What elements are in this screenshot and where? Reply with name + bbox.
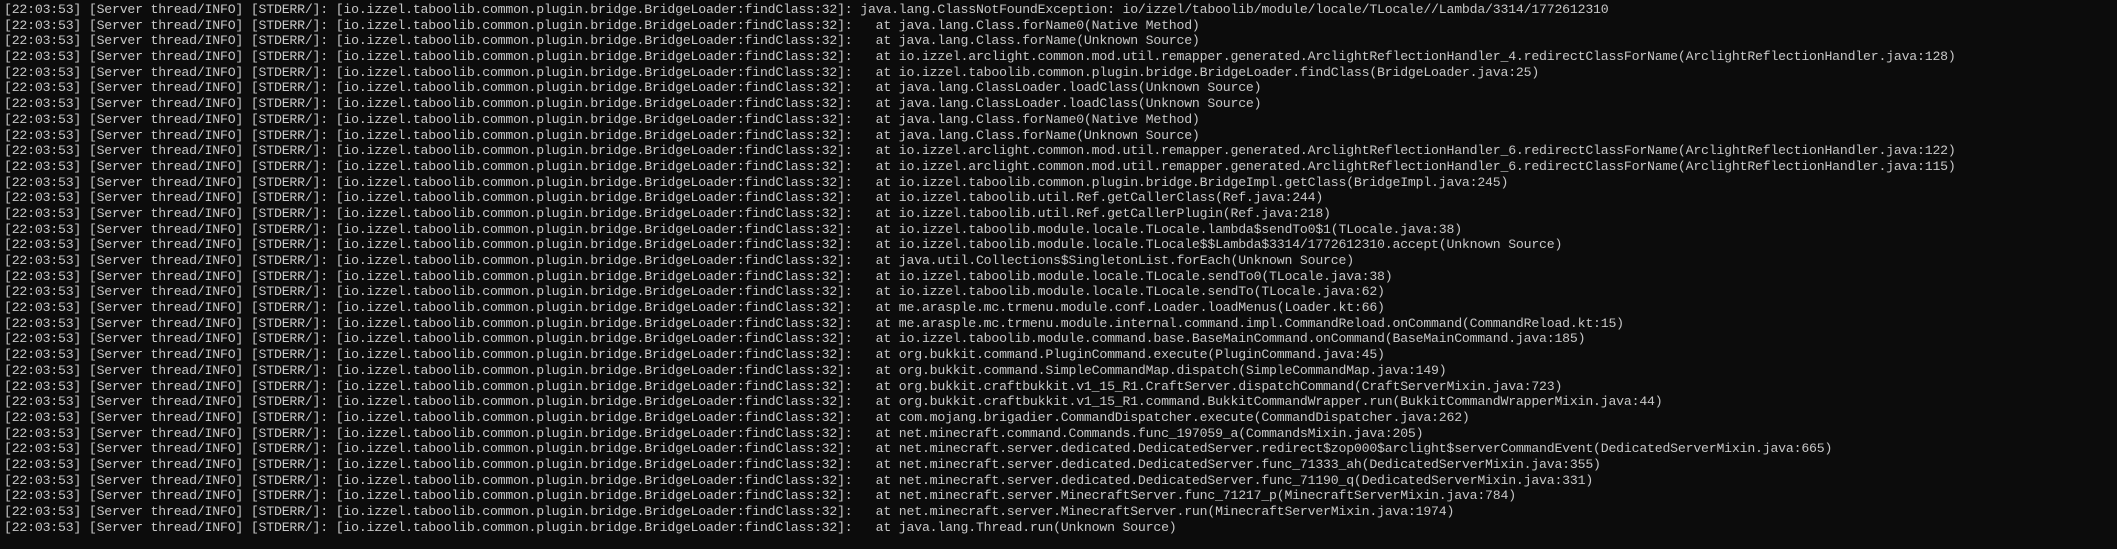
log-line: [22:03:53] [Server thread/INFO] [STDERR/… bbox=[4, 456, 1601, 472]
log-line: [22:03:53] [Server thread/INFO] [STDERR/… bbox=[4, 143, 1956, 159]
log-line: [22:03:53] [Server thread/INFO] [STDERR/… bbox=[4, 347, 1385, 363]
log-line: [22:03:53] [Server thread/INFO] [STDERR/… bbox=[4, 64, 1540, 80]
log-line: [22:03:53] [Server thread/INFO] [STDERR/… bbox=[4, 268, 1393, 284]
log-line: [22:03:53] [Server thread/INFO] [STDERR/… bbox=[4, 158, 1956, 174]
log-line: [22:03:53] [Server thread/INFO] [STDERR/… bbox=[4, 315, 1624, 331]
log-line: [22:03:53] [Server thread/INFO] [STDERR/… bbox=[4, 205, 1331, 221]
log-line: [22:03:53] [Server thread/INFO] [STDERR/… bbox=[4, 394, 1663, 410]
log-line: [22:03:53] [Server thread/INFO] [STDERR/… bbox=[4, 49, 1956, 65]
log-line: [22:03:53] [Server thread/INFO] [STDERR/… bbox=[4, 33, 1200, 49]
log-line: [22:03:53] [Server thread/INFO] [STDERR/… bbox=[4, 519, 1177, 535]
log-line: [22:03:53] [Server thread/INFO] [STDERR/… bbox=[4, 300, 1385, 316]
log-line: [22:03:53] [Server thread/INFO] [STDERR/… bbox=[4, 111, 1200, 127]
log-line: [22:03:53] [Server thread/INFO] [STDERR/… bbox=[4, 127, 1200, 143]
log-line: [22:03:53] [Server thread/INFO] [STDERR/… bbox=[4, 17, 1200, 33]
log-line: [22:03:53] [Server thread/INFO] [STDERR/… bbox=[4, 488, 1516, 504]
log-line: [22:03:53] [Server thread/INFO] [STDERR/… bbox=[4, 441, 1833, 457]
log-line: [22:03:53] [Server thread/INFO] [STDERR/… bbox=[4, 331, 1586, 347]
log-line: [22:03:53] [Server thread/INFO] [STDERR/… bbox=[4, 284, 1385, 300]
console-window[interactable]: [22:03:53] [Server thread/INFO] [STDERR/… bbox=[0, 0, 2117, 549]
log-line: [22:03:53] [Server thread/INFO] [STDERR/… bbox=[4, 174, 1509, 190]
log-line: [22:03:53] [Server thread/INFO] [STDERR/… bbox=[4, 96, 1262, 112]
log-line: [22:03:53] [Server thread/INFO] [STDERR/… bbox=[4, 221, 1462, 237]
log-line: [22:03:53] [Server thread/INFO] [STDERR/… bbox=[4, 504, 1455, 519]
log-line: [22:03:53] [Server thread/INFO] [STDERR/… bbox=[4, 190, 1324, 206]
log-line: [22:03:53] [Server thread/INFO] [STDERR/… bbox=[4, 472, 1594, 488]
log-line: [22:03:53] [Server thread/INFO] [STDERR/… bbox=[4, 378, 1563, 394]
log-output: [22:03:53] [Server thread/INFO] [STDERR/… bbox=[4, 2, 2117, 535]
log-line: [22:03:53] [Server thread/INFO] [STDERR/… bbox=[4, 237, 1563, 253]
log-line: [22:03:53] [Server thread/INFO] [STDERR/… bbox=[4, 425, 1424, 441]
log-line: [22:03:53] [Server thread/INFO] [STDERR/… bbox=[4, 253, 1354, 268]
log-line: [22:03:53] [Server thread/INFO] [STDERR/… bbox=[4, 2, 1609, 17]
log-line: [22:03:53] [Server thread/INFO] [STDERR/… bbox=[4, 80, 1262, 96]
log-line: [22:03:53] [Server thread/INFO] [STDERR/… bbox=[4, 362, 1447, 378]
log-line: [22:03:53] [Server thread/INFO] [STDERR/… bbox=[4, 409, 1470, 425]
